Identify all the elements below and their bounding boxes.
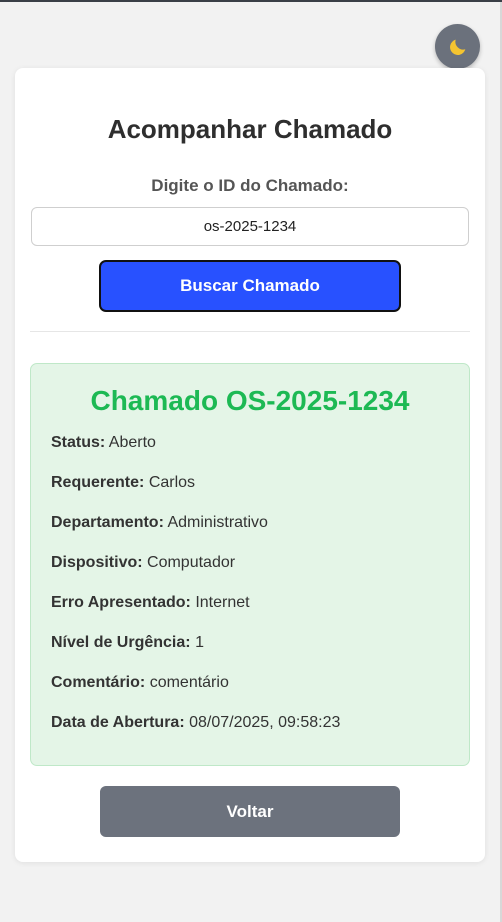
field-urgency: Nível de Urgência: 1 xyxy=(51,634,204,652)
field-value: Aberto xyxy=(108,434,156,451)
field-label: Comentário: xyxy=(51,674,146,691)
field-label: Data de Abertura: xyxy=(51,714,185,731)
field-opened-date: Data de Abertura: 08/07/2025, 09:58:23 xyxy=(51,714,340,732)
back-button[interactable]: Voltar xyxy=(100,786,400,837)
field-value: Internet xyxy=(195,594,250,611)
ticket-result-title: Chamado OS-2025-1234 xyxy=(90,385,410,416)
field-value: 08/07/2025, 09:58:23 xyxy=(189,714,341,731)
field-device: Dispositivo: Computador xyxy=(51,554,235,572)
field-value: Administrativo xyxy=(167,514,268,531)
field-label: Dispositivo: xyxy=(51,554,143,571)
field-label: Requerente: xyxy=(51,474,145,491)
field-value: comentário xyxy=(149,674,229,691)
field-status: Status: Aberto xyxy=(51,434,156,452)
field-value: 1 xyxy=(195,634,204,651)
field-label: Erro Apresentado: xyxy=(51,594,191,611)
moon-icon xyxy=(449,39,465,55)
field-error: Erro Apresentado: Internet xyxy=(51,594,250,612)
field-requester: Requerente: Carlos xyxy=(51,474,195,492)
field-department: Departamento: Administrativo xyxy=(51,514,268,532)
divider xyxy=(30,331,470,332)
ticket-result-panel: Chamado OS-2025-1234 Status: Aberto Requ… xyxy=(30,363,470,766)
page-title: Acompanhar Chamado xyxy=(107,114,393,144)
ticket-id-label: Digite o ID do Chamado: xyxy=(151,176,349,195)
theme-toggle-button[interactable] xyxy=(435,24,480,69)
field-label: Nível de Urgência: xyxy=(51,634,191,651)
ticket-id-input[interactable] xyxy=(31,207,469,246)
field-label: Departamento: xyxy=(51,514,164,531)
field-comment: Comentário: comentário xyxy=(51,674,229,692)
field-label: Status: xyxy=(51,434,106,451)
tracking-card: Acompanhar Chamado Digite o ID do Chamad… xyxy=(15,68,485,862)
search-ticket-button[interactable]: Buscar Chamado xyxy=(99,260,401,312)
field-value: Carlos xyxy=(148,474,196,491)
field-value: Computador xyxy=(147,554,236,571)
